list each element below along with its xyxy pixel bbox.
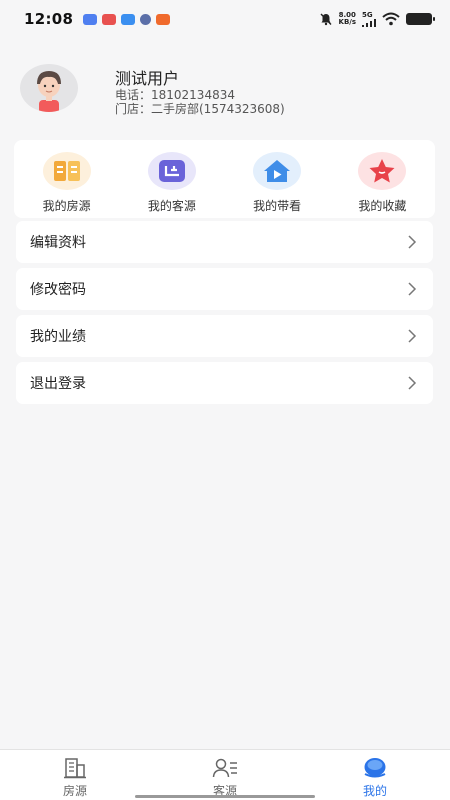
menu-my-performance[interactable]: 我的业绩 (16, 315, 433, 357)
mute-bell-icon (320, 13, 332, 26)
user-store: 门店：二手房部(1574323608) (115, 102, 285, 116)
chevron-right-icon (408, 329, 417, 343)
avatar[interactable] (20, 64, 78, 112)
chevron-right-icon (408, 376, 417, 390)
tab-label: 我的 (362, 784, 387, 798)
menu-edit-profile[interactable]: 编辑资料 (16, 221, 433, 263)
quick-link-my-listings[interactable]: 我的房源 (14, 140, 119, 218)
menu-label: 编辑资料 (30, 235, 86, 251)
user-profile: 测试用户 电话：18102134834 门店：二手房部(1574323608) (20, 64, 430, 117)
profile-info: 测试用户 电话：18102134834 门店：二手房部(1574323608) (115, 64, 285, 117)
profile-icon (364, 758, 386, 778)
menu-label: 我的业绩 (30, 329, 86, 345)
app-notification-icon (83, 13, 98, 25)
quick-link-label: 我的带看 (253, 199, 302, 213)
video-notification-icon (102, 13, 117, 25)
browser-notification-icon (140, 13, 152, 25)
battery-icon (406, 13, 435, 25)
tab-mine[interactable]: 我的 (300, 750, 450, 800)
wifi-icon (382, 12, 400, 26)
star-icon (358, 152, 407, 190)
home-indicator[interactable] (135, 795, 315, 798)
notification-icons (83, 13, 171, 25)
shop-notification-icon (156, 13, 171, 25)
menu-change-password[interactable]: 修改密码 (16, 268, 433, 310)
chevron-right-icon (408, 235, 417, 249)
quick-link-label: 我的客源 (147, 199, 196, 213)
menu-logout[interactable]: 退出登录 (16, 362, 433, 404)
message-notification-icon (121, 13, 136, 25)
menu-label: 修改密码 (30, 282, 86, 298)
avatar-person-icon (37, 71, 61, 112)
building-icon (64, 758, 86, 779)
quick-links-card: 我的房源 我的客源 我的带看 我的收藏 (14, 140, 435, 218)
tab-label: 房源 (62, 784, 87, 798)
user-name: 测试用户 (115, 69, 180, 88)
status-bar: 12:08 8.00 KB/s 5G (0, 0, 450, 38)
status-indicators: 8.00 KB/s 5G (319, 11, 435, 27)
tab-customers[interactable]: 客源 (150, 750, 300, 800)
quick-link-my-customers[interactable]: 我的客源 (119, 140, 224, 218)
customer-icon (147, 152, 196, 190)
contacts-icon (212, 758, 237, 778)
network-speed: 8.00 KB/s (338, 11, 356, 26)
book-icon (42, 152, 91, 190)
house-play-icon (253, 152, 302, 190)
quick-link-my-viewings[interactable]: 我的带看 (225, 140, 330, 218)
user-phone: 电话：18102134834 (115, 88, 235, 102)
signal-group: 5G (362, 11, 376, 27)
quick-link-my-favorites[interactable]: 我的收藏 (330, 140, 435, 218)
signal-icon (362, 19, 376, 27)
chevron-right-icon (408, 282, 417, 296)
clock: 12:08 (24, 10, 74, 28)
quick-link-label: 我的收藏 (358, 199, 407, 213)
bottom-tab-bar: 房源 客源 我的 (0, 749, 450, 800)
tab-listings[interactable]: 房源 (0, 750, 150, 800)
menu-label: 退出登录 (30, 376, 86, 392)
quick-link-label: 我的房源 (42, 199, 91, 213)
